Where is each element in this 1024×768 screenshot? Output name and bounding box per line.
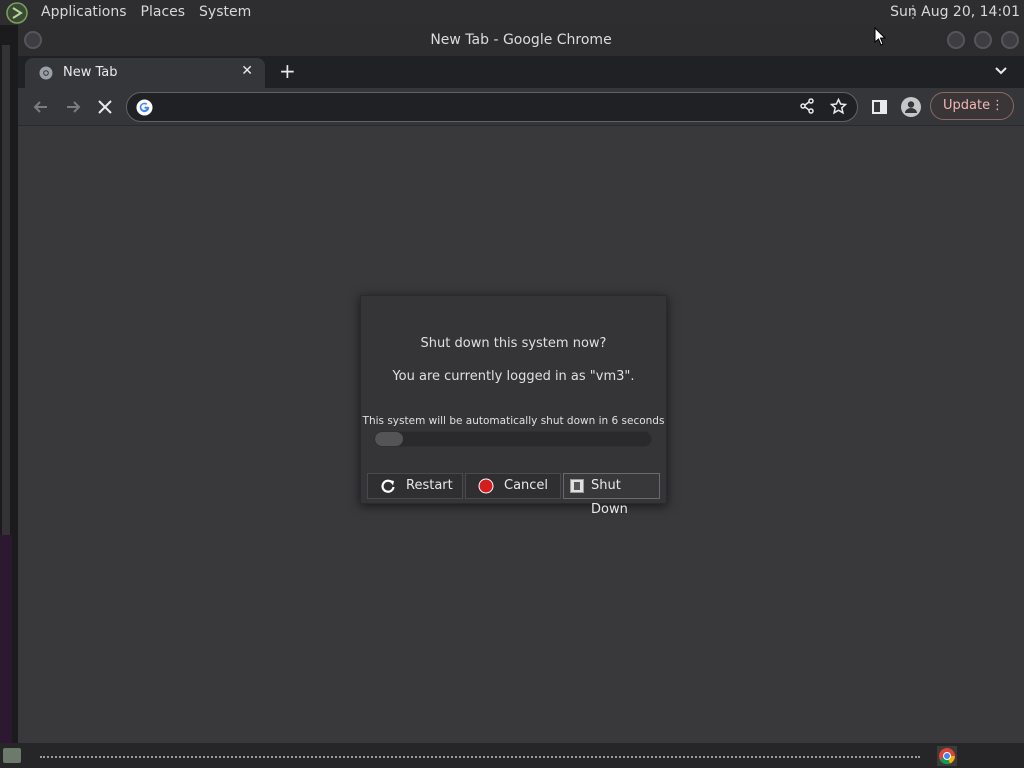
shut-down-icon [570,479,584,493]
places-menu[interactable]: Places [134,0,193,25]
browser-toolbar: Update ⋮ [18,88,1024,126]
restart-button[interactable]: Restart [367,473,463,499]
back-arrow-icon[interactable] [31,97,51,117]
dialog-question: Shut down this system now? [420,336,607,351]
cancel-label: Cancel [504,478,549,493]
chrome-tray-icon[interactable] [937,746,957,766]
shut-down-label: Shut Down [591,478,628,517]
show-desktop-icon[interactable] [3,748,21,763]
forward-arrow-icon[interactable] [63,97,83,117]
address-bar[interactable] [126,92,858,122]
address-input[interactable] [161,97,781,117]
top-panel: Applications Places System Sun Aug 20, 1… [0,0,1024,25]
window-title: New Tab - Google Chrome [430,32,612,48]
window-menu-icon[interactable] [24,31,42,49]
new-tab-icon[interactable]: + [279,59,296,83]
restart-icon [381,479,395,493]
update-button[interactable]: Update ⋮ [930,92,1014,120]
tab-strip: New Tab ✕ + [18,56,1024,88]
more-menu-icon[interactable]: ⋮ [991,93,1004,119]
countdown-progress-bar [374,431,652,447]
side-panel-icon[interactable] [870,97,890,117]
applications-menu[interactable]: Applications [34,0,134,25]
mouse-cursor-icon [874,27,886,46]
maximize-icon[interactable] [974,31,992,49]
desktop-window-edge [2,45,10,560]
tab-close-icon[interactable]: ✕ [241,63,253,79]
restart-label: Restart [406,478,453,493]
profile-avatar-icon[interactable] [901,97,921,117]
tab-new-tab[interactable]: New Tab ✕ [25,58,265,88]
system-menu[interactable]: System [192,0,258,25]
update-label: Update [943,98,991,113]
close-window-icon[interactable] [1001,31,1019,49]
desktop-background [0,535,12,745]
bottom-panel [0,743,1024,768]
tab-search-chevron-icon[interactable] [994,64,1008,78]
desktop-edge [0,25,18,745]
clock[interactable]: Sun Aug 20, 14:01 [890,0,1020,25]
countdown-progress-fill [375,432,403,446]
cancel-icon [478,478,494,494]
shutdown-dialog: Shut down this system now? You are curre… [360,295,667,517]
chrome-favicon-icon [39,66,53,80]
bookmark-star-icon[interactable] [830,98,847,115]
cancel-button[interactable]: Cancel [465,473,561,499]
shut-down-button[interactable]: Shut Down [563,473,660,517]
mate-logo-icon[interactable] [6,1,28,24]
share-icon[interactable] [799,98,815,114]
window-list[interactable] [40,756,920,758]
google-g-icon [136,99,153,116]
tab-title: New Tab [63,65,118,80]
dialog-logged-in-text: You are currently logged in as "vm3". [392,369,635,384]
stop-loading-icon[interactable] [95,97,115,117]
minimize-icon[interactable] [947,31,965,49]
dialog-countdown-text: This system will be automatically shut d… [362,415,665,427]
